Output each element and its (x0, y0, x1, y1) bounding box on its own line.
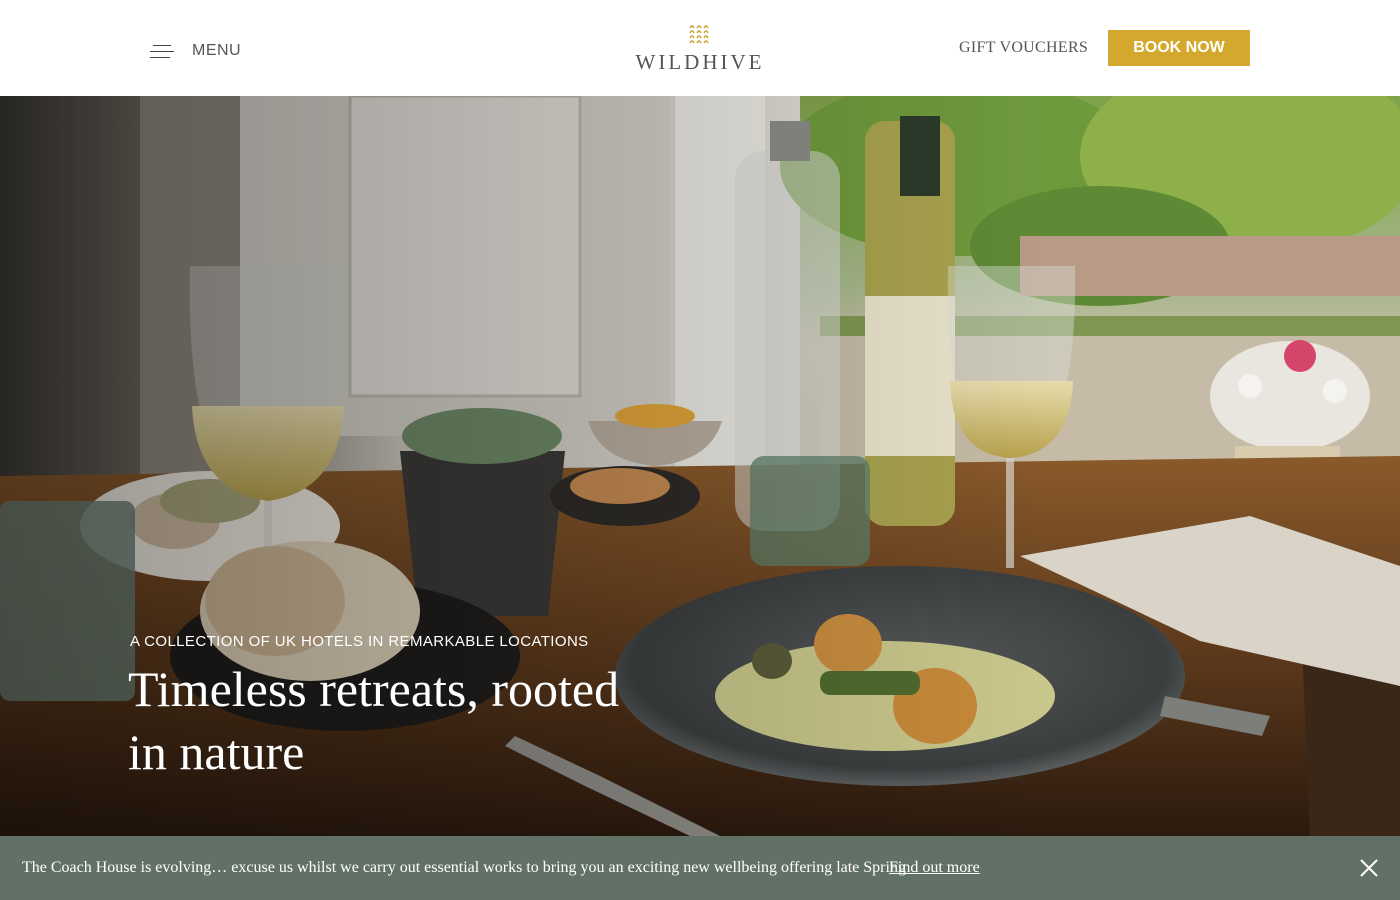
menu-label: MENU (192, 42, 242, 59)
find-out-more-link[interactable]: Find out more (889, 859, 980, 877)
hero-title: Timeless retreats, rooted in nature (128, 658, 688, 784)
site-header: MENU WILDHIVE GIFT VOUCHERS BOOK NOW (0, 0, 1400, 96)
notice-bar: The Coach House is evolving… excuse us w… (0, 836, 1400, 900)
book-now-button[interactable]: BOOK NOW (1108, 30, 1250, 66)
wildhive-logo-icon (689, 25, 709, 44)
close-icon[interactable] (1358, 857, 1380, 879)
notice-text: The Coach House is evolving… excuse us w… (22, 859, 906, 876)
logo-text: WILDHIVE (635, 50, 765, 74)
site-logo[interactable]: WILDHIVE (630, 22, 770, 74)
hero-title-line-1: Timeless retreats, rooted (128, 661, 620, 717)
hero-kicker: A COLLECTION OF UK HOTELS IN REMARKABLE … (130, 633, 589, 650)
gift-vouchers-link[interactable]: GIFT VOUCHERS (959, 39, 1088, 57)
hamburger-icon (150, 43, 174, 59)
hero-section: A COLLECTION OF UK HOTELS IN REMARKABLE … (0, 96, 1400, 836)
menu-button[interactable]: MENU (150, 38, 241, 64)
hero-title-line-2: in nature (128, 724, 305, 780)
